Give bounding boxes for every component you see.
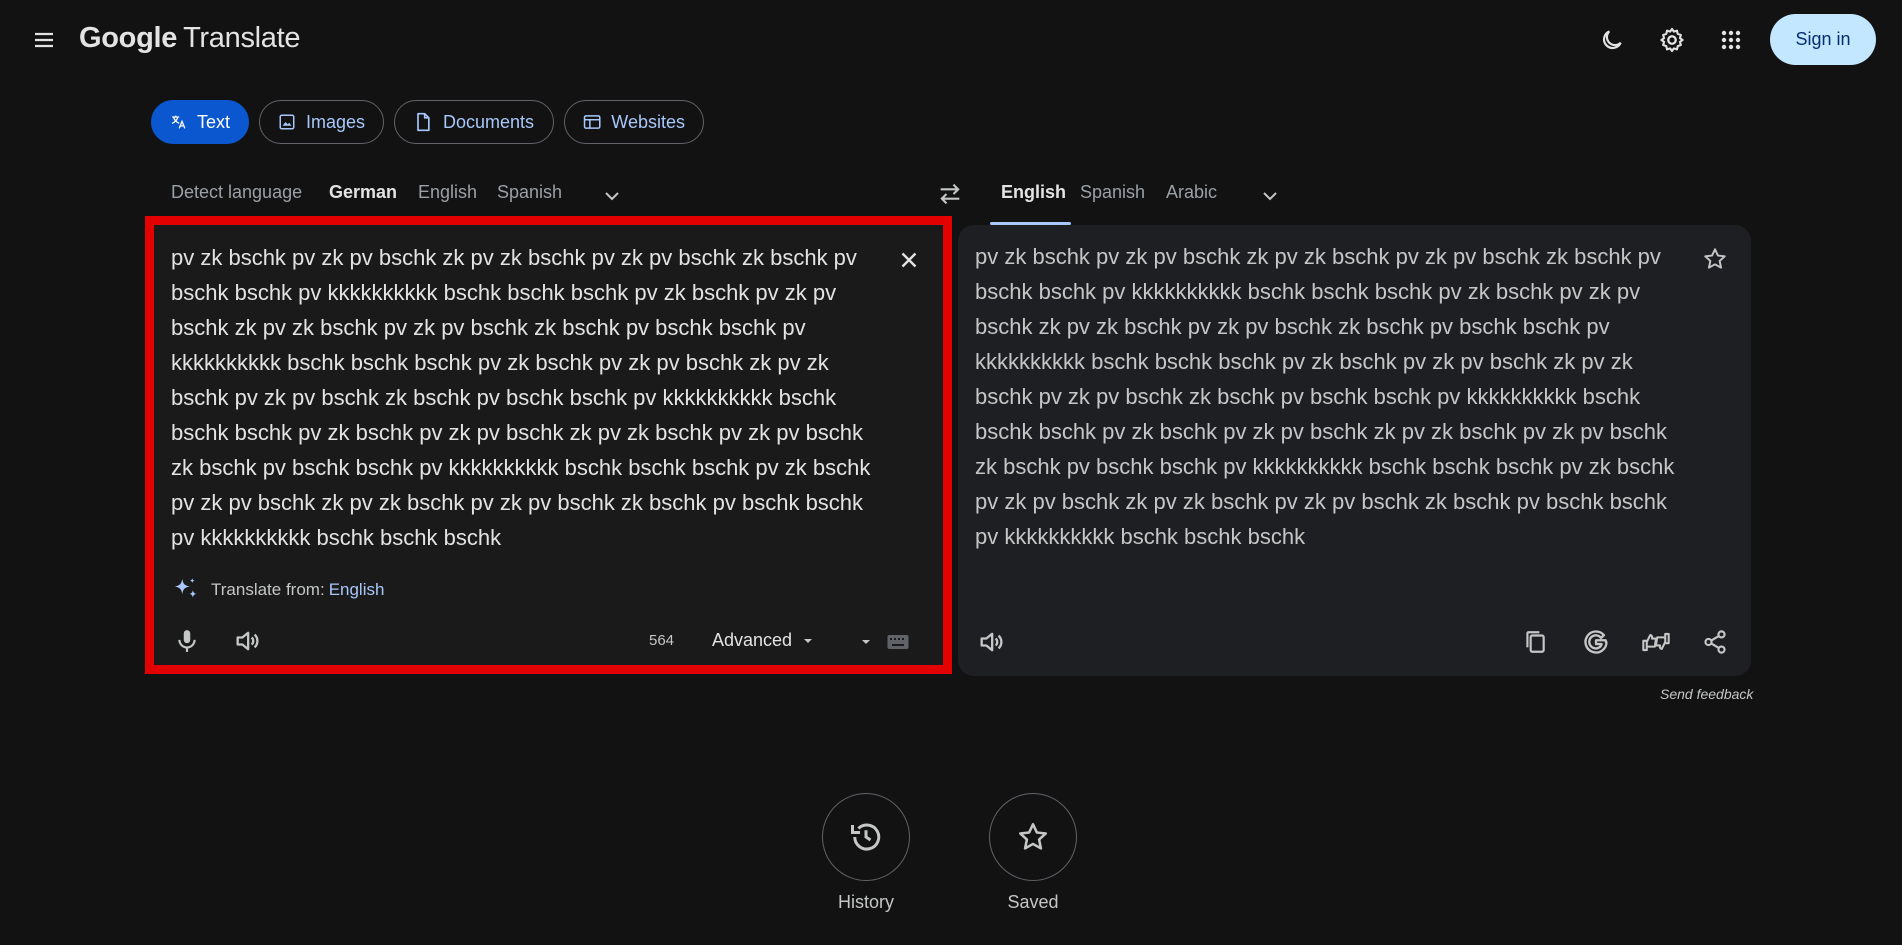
speaker-icon (236, 631, 259, 651)
caret-down-icon (862, 640, 870, 644)
translate-from-suggestion: Translate from: English (171, 575, 384, 605)
website-icon (583, 115, 601, 129)
source-lang-german[interactable]: German (329, 182, 397, 203)
apps-grid-icon (1721, 30, 1741, 50)
clear-text-button[interactable] (896, 247, 922, 273)
target-listen-button[interactable] (977, 628, 1005, 656)
translate-from-lang-link[interactable]: English (329, 580, 385, 600)
save-translation-button[interactable] (1702, 246, 1728, 272)
tab-websites-label: Websites (611, 111, 685, 132)
star-icon (1704, 248, 1726, 269)
menu-icon (35, 32, 53, 48)
swap-icon (940, 183, 960, 205)
target-lang-english[interactable]: English (1001, 182, 1066, 203)
logo-translate-text: Translate (183, 22, 301, 54)
history-icon (851, 823, 881, 851)
tab-images-label: Images (305, 111, 365, 132)
copy-icon (1526, 631, 1545, 653)
voice-input-button[interactable] (174, 627, 200, 655)
settings-button[interactable] (1652, 20, 1692, 60)
tab-text[interactable]: Text (151, 100, 249, 144)
source-lang-english[interactable]: English (418, 182, 477, 203)
saved-label: Saved (1007, 892, 1059, 912)
keyboard-icon (887, 635, 909, 649)
swap-languages-button[interactable] (936, 180, 964, 208)
source-lang-more-button[interactable] (600, 184, 624, 208)
sparkle-icon (174, 578, 197, 598)
share-translation-button[interactable] (1702, 628, 1728, 656)
source-lang-spanish[interactable]: Spanish (497, 182, 562, 203)
target-lang-spanish[interactable]: Spanish (1080, 182, 1145, 203)
dark-mode-icon (1602, 30, 1622, 50)
sign-in-button[interactable]: Sign in (1770, 14, 1876, 65)
document-icon (417, 112, 430, 132)
source-text-input[interactable]: pv zk bschk pv zk pv bschk zk pv zk bsch… (171, 240, 881, 555)
translate-from-label: Translate from: (211, 580, 325, 599)
search-google-button[interactable] (1582, 628, 1610, 656)
input-tools-dropdown[interactable] (860, 636, 872, 648)
history-label: History (837, 892, 894, 912)
apps-button[interactable] (1711, 20, 1751, 60)
saved-button[interactable] (989, 793, 1077, 881)
caret-down-icon (804, 638, 813, 643)
chevron-down-icon (605, 192, 619, 201)
tab-websites[interactable]: Websites (564, 100, 704, 144)
tab-text-label: Text (196, 111, 230, 132)
advanced-dropdown[interactable]: Advanced (712, 630, 814, 651)
google-translate-logo[interactable]: Google Translate (79, 22, 301, 55)
source-listen-button[interactable] (233, 627, 261, 655)
logo-google-text: Google (79, 22, 178, 54)
keyboard-button[interactable] (887, 634, 909, 650)
settings-icon (1660, 27, 1684, 53)
translation-output: pv zk bschk pv zk pv bschk zk pv zk bsch… (975, 244, 1675, 549)
translate-icon (171, 115, 186, 129)
share-icon (1704, 630, 1726, 654)
send-feedback-link[interactable]: Send feedback (1660, 686, 1753, 702)
main-menu-button[interactable] (24, 20, 64, 60)
tab-documents[interactable]: Documents (394, 100, 554, 144)
google-g-icon (1584, 630, 1608, 654)
dark-mode-button[interactable] (1592, 20, 1632, 60)
speaker-icon (980, 632, 1003, 652)
character-count: 564 (649, 632, 675, 649)
tab-images[interactable]: Images (259, 100, 384, 144)
close-icon (901, 252, 917, 268)
microphone-icon (178, 630, 196, 652)
rate-icon (1642, 632, 1670, 652)
target-lang-arabic[interactable]: Arabic (1166, 182, 1217, 203)
rate-translation-button[interactable] (1641, 628, 1671, 656)
image-icon (279, 114, 295, 130)
history-button[interactable] (822, 793, 910, 881)
star-icon (1018, 822, 1048, 850)
source-lang-detect[interactable]: Detect language (171, 182, 302, 203)
advanced-label: Advanced (712, 630, 793, 650)
tab-documents-label: Documents (443, 111, 535, 132)
copy-translation-button[interactable] (1522, 628, 1548, 656)
target-lang-more-button[interactable] (1258, 184, 1282, 208)
chevron-down-icon (1263, 192, 1277, 201)
